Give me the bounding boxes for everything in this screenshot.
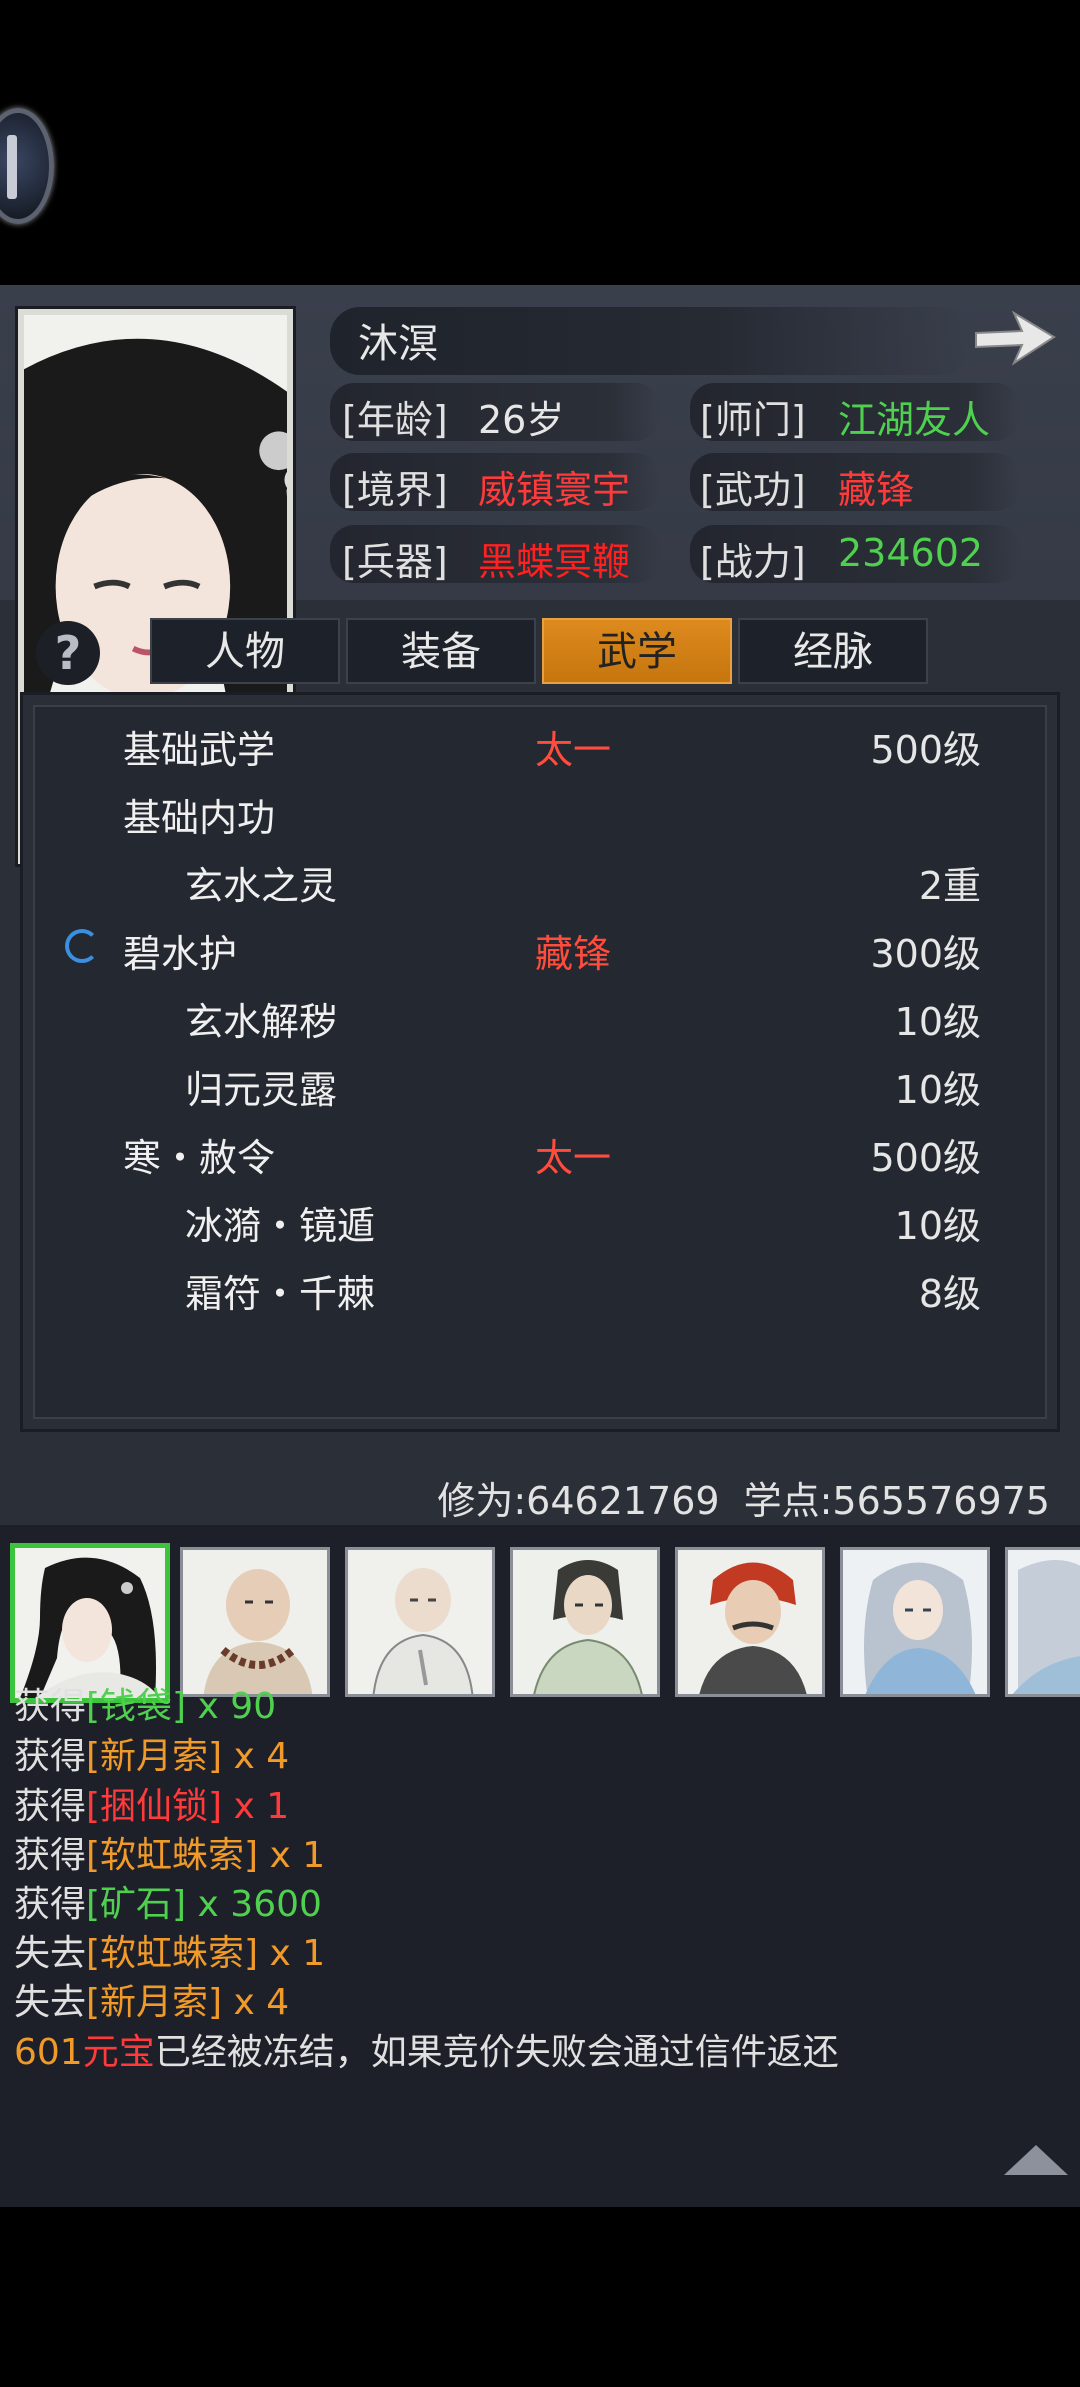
tab-meridians[interactable]: 经脉 [738, 618, 928, 684]
menu-icon [7, 135, 17, 199]
realm-value: 威镇寰宇 [478, 468, 631, 512]
tab-equipment[interactable]: 装备 [346, 618, 536, 684]
footer-bar [0, 2207, 1080, 2387]
skill-level: 500级 [870, 1136, 981, 1180]
log-line: 获得[捆仙锁] x 1 [14, 1786, 290, 1827]
power-label: [战力] [700, 540, 806, 584]
learning-points-value: 学点:565576975 [743, 1479, 1050, 1523]
character-panel: 沐溟 [年龄] 26岁 [师门] 江湖友人 [境界] 威镇寰宇 [武功] 藏锋 … [0, 285, 1080, 2207]
team-member-avatar[interactable] [510, 1547, 660, 1697]
help-button[interactable]: ? [36, 621, 100, 685]
skill-level: 10级 [894, 1000, 981, 1044]
sect-label: [师门] [700, 398, 806, 442]
bottom-area: 获得[钱袋] x 90 获得[新月索] x 4 获得[捆仙锁] x 1 获得[软… [0, 1525, 1080, 2207]
skill-tag: 太一 [535, 728, 612, 772]
team-member-avatar[interactable] [840, 1547, 990, 1697]
tab-martial-arts[interactable]: 武学 [542, 618, 732, 684]
skill-level: 500级 [870, 728, 981, 772]
skill-level: 10级 [894, 1068, 981, 1112]
realm-label: [境界] [342, 468, 448, 512]
weapon-value: 黑蝶冥鞭 [478, 540, 631, 584]
skill-level: 2重 [918, 864, 981, 908]
skill-name[interactable]: 冰漪・镜遁 [185, 1195, 375, 1250]
skill-name[interactable]: 玄水解秽 [185, 991, 337, 1046]
character-header: 沐溟 [年龄] 26岁 [师门] 江湖友人 [境界] 威镇寰宇 [武功] 藏锋 … [0, 285, 1080, 864]
cultivation-value: 修为:64621769 [437, 1479, 720, 1523]
log-line: 失去[软虹蛛索] x 1 [14, 1933, 326, 1974]
loading-spinner-icon [65, 929, 99, 963]
team-member-avatar[interactable] [180, 1547, 330, 1697]
log-line: 获得[矿石] x 3600 [14, 1884, 322, 1925]
power-value: 234602 [838, 531, 984, 575]
weapon-label: [兵器] [342, 540, 448, 584]
skill-name[interactable]: 基础内功 [123, 787, 275, 842]
skill-tag: 藏锋 [535, 932, 612, 976]
notice-currency: 元宝 [82, 2032, 155, 2073]
menu-button[interactable] [0, 108, 54, 224]
character-name: 沐溟 [358, 321, 438, 367]
age-label: [年龄] [342, 398, 448, 442]
log-line: 获得[新月索] x 4 [14, 1736, 290, 1777]
skill-list-inner: 基础武学 太一 500级 基础内功 玄水之灵 2重 碧水护 藏锋 300级 玄水… [33, 705, 1047, 1419]
log-line: 获得[软虹蛛索] x 1 [14, 1835, 326, 1876]
skill-level: 300级 [870, 932, 981, 976]
skill-level: 10级 [894, 1204, 981, 1248]
team-member-avatar[interactable] [1005, 1547, 1080, 1697]
log-line: 获得[钱袋] x 90 [14, 1686, 277, 1727]
skill-list: 基础武学 太一 500级 基础内功 玄水之灵 2重 碧水护 藏锋 300级 玄水… [20, 692, 1060, 1432]
skill-name[interactable]: 霜符・千棘 [185, 1263, 375, 1318]
notice-text: 已经被冻结，如果竞价失败会通过信件返还 [154, 2032, 839, 2073]
cultivation-stats: 修为:64621769 学点:565576975 [413, 1470, 1050, 1525]
next-arrow-icon[interactable] [970, 303, 1060, 373]
skill-name[interactable]: 碧水护 [123, 923, 237, 978]
skill-name[interactable]: 寒・赦令 [123, 1127, 275, 1182]
log-line: 失去[新月索] x 4 [14, 1982, 290, 2023]
top-bar [0, 0, 1080, 285]
skill-level: 8级 [918, 1272, 981, 1316]
age-value: 26岁 [478, 398, 565, 442]
martial-value: 藏锋 [838, 468, 915, 512]
notice-amount: 601 [14, 2032, 83, 2073]
sect-value: 江湖友人 [838, 398, 991, 442]
team-member-avatar[interactable] [675, 1547, 825, 1697]
skill-name[interactable]: 归元灵露 [185, 1059, 337, 1114]
notice-line: 601元宝已经被冻结，如果竞价失败会通过信件返还 [14, 2023, 839, 2075]
skill-name[interactable]: 基础武学 [123, 719, 275, 774]
skill-name[interactable]: 玄水之灵 [185, 855, 337, 910]
team-member-avatar[interactable] [345, 1547, 495, 1697]
scroll-up-icon[interactable] [1004, 2145, 1068, 2175]
tab-character[interactable]: 人物 [150, 618, 340, 684]
skill-tag: 太一 [535, 1136, 612, 1180]
martial-label: [武功] [700, 468, 806, 512]
